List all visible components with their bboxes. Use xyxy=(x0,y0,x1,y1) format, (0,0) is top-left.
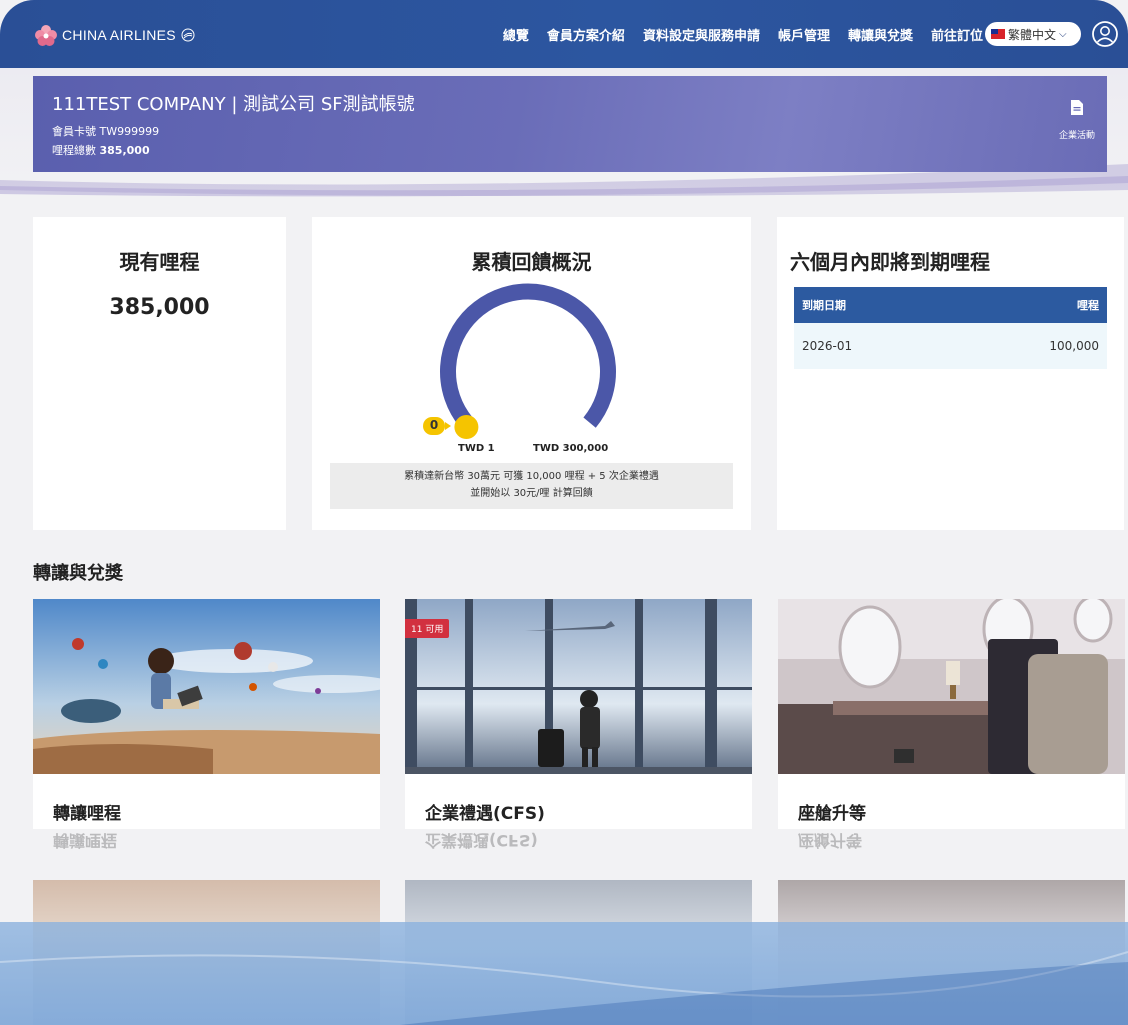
china-airlines-logo[interactable]: CHINA AIRLINES xyxy=(34,24,195,46)
chevron-down-icon: ⌵ xyxy=(1059,28,1067,40)
gauge-progress-marker xyxy=(454,415,479,439)
nav-transfer-redeem[interactable]: 轉讓與兌獎 xyxy=(848,25,913,44)
account-banner: 111TEST COMPANY | 測試公司 SF測試帳號 會員卡號 TW999… xyxy=(33,76,1107,172)
current-miles-title: 現有哩程 xyxy=(119,250,200,274)
gauge-start-label: TWD 1 xyxy=(458,443,495,454)
corporate-activity-button[interactable]: 企業活動 xyxy=(1055,100,1099,141)
reflection-label-2: 企業禮遇(CFS) xyxy=(425,831,538,850)
taiwan-flag-icon xyxy=(991,29,1005,39)
card-label: 會員卡號 xyxy=(52,125,96,138)
tile-corporate-privileges[interactable]: 11 可用 企業禮遇(CFS) xyxy=(405,599,752,829)
rebate-gauge xyxy=(423,283,616,439)
table-header-row: 到期日期 哩程 xyxy=(794,287,1107,323)
nav-overview[interactable]: 總覽 xyxy=(503,25,529,44)
marker-pointer xyxy=(445,422,451,430)
total-miles-label: 哩程總數 xyxy=(52,144,96,157)
expiring-table: 到期日期 哩程 2026-01 100,000 xyxy=(794,287,1107,369)
expiry-date-cell: 2026-01 xyxy=(794,323,952,369)
transfer-section-title: 轉讓與兌獎 xyxy=(33,563,123,584)
nav-program-intro[interactable]: 會員方案介紹 xyxy=(547,25,625,44)
expiring-miles-card: 六個月內即將到期哩程 到期日期 哩程 2026-01 100,000 xyxy=(777,217,1124,530)
expiry-miles-cell: 100,000 xyxy=(951,323,1107,369)
user-profile-icon[interactable] xyxy=(1092,21,1118,47)
reflection-label-3: 座艙升等 xyxy=(798,831,863,850)
expiring-title: 六個月內即將到期哩程 xyxy=(790,250,990,274)
rebate-note-line1: 累積達新台幣 30萬元 可獲 10,000 哩程 + 5 次企業禮遇 xyxy=(404,471,659,482)
main-nav: 總覽 會員方案介紹 資料設定與服務申請 帳戶管理 轉讓與兌獎 前往訂位 xyxy=(503,25,983,44)
water-overlay xyxy=(0,922,1128,1025)
tile-transfer-miles-label: 轉讓哩程 xyxy=(53,804,121,824)
company-name: 111TEST COMPANY | 測試公司 SF測試帳號 xyxy=(52,94,415,115)
seat-upgrade-image xyxy=(778,599,1125,774)
decorative-reflection: 轉讓哩程 企業禮遇(CFS) 座艙升等 xyxy=(0,830,1128,1025)
nav-settings[interactable]: 資料設定與服務申請 xyxy=(643,25,760,44)
plum-blossom-icon xyxy=(35,25,57,46)
table-row: 2026-01 100,000 xyxy=(794,323,1107,369)
language-selector[interactable]: 繁體中文 ⌵ xyxy=(985,22,1081,46)
logo-text: CHINA AIRLINES xyxy=(62,27,176,43)
transfer-miles-image xyxy=(33,599,380,774)
rebate-note-line2: 並開始以 30元/哩 計算回饋 xyxy=(470,488,593,499)
reflection-label-1: 轉讓哩程 xyxy=(53,831,118,850)
nav-booking[interactable]: 前往訂位 xyxy=(931,25,983,44)
member-card-number: 會員卡號 TW999999 xyxy=(52,123,159,139)
total-miles: 哩程總數 385,000 xyxy=(52,142,150,158)
document-icon xyxy=(1071,100,1083,115)
card-value: TW999999 xyxy=(99,125,160,138)
nav-account-management[interactable]: 帳戶管理 xyxy=(778,25,830,44)
rebate-note: 累積達新台幣 30萬元 可獲 10,000 哩程 + 5 次企業禮遇 並開始以 … xyxy=(330,463,733,509)
cfs-image: 11 可用 xyxy=(405,599,752,774)
gauge-arc xyxy=(440,283,616,428)
top-navigation-bar: CHINA AIRLINES 總覽 會員方案介紹 資料設定與服務申請 帳戶管理 … xyxy=(0,0,1128,68)
tile-seat-upgrade[interactable]: 座艙升等 xyxy=(778,599,1125,829)
tile-transfer-miles[interactable]: 轉讓哩程 xyxy=(33,599,380,829)
rebate-overview-card: 累積回饋概況 0 TWD 1 TWD 300,000 累積達新台幣 30萬元 可… xyxy=(312,217,751,530)
current-miles-value: 385,000 xyxy=(109,295,210,320)
corporate-activity-label: 企業活動 xyxy=(1058,131,1095,141)
marker-value: 0 xyxy=(429,418,439,432)
column-expiry-date: 到期日期 xyxy=(794,287,952,323)
tile-cfs-label: 企業禮遇(CFS) xyxy=(425,804,545,824)
total-miles-value: 385,000 xyxy=(99,144,150,157)
available-count-badge: 11 可用 xyxy=(405,619,450,638)
language-label: 繁體中文 xyxy=(1008,27,1057,42)
gauge-end-label: TWD 300,000 xyxy=(533,443,609,454)
current-miles-card: 現有哩程 385,000 xyxy=(33,217,286,530)
skyteam-icon xyxy=(181,28,195,42)
tile-seat-upgrade-label: 座艙升等 xyxy=(798,804,866,824)
column-miles: 哩程 xyxy=(951,287,1107,323)
